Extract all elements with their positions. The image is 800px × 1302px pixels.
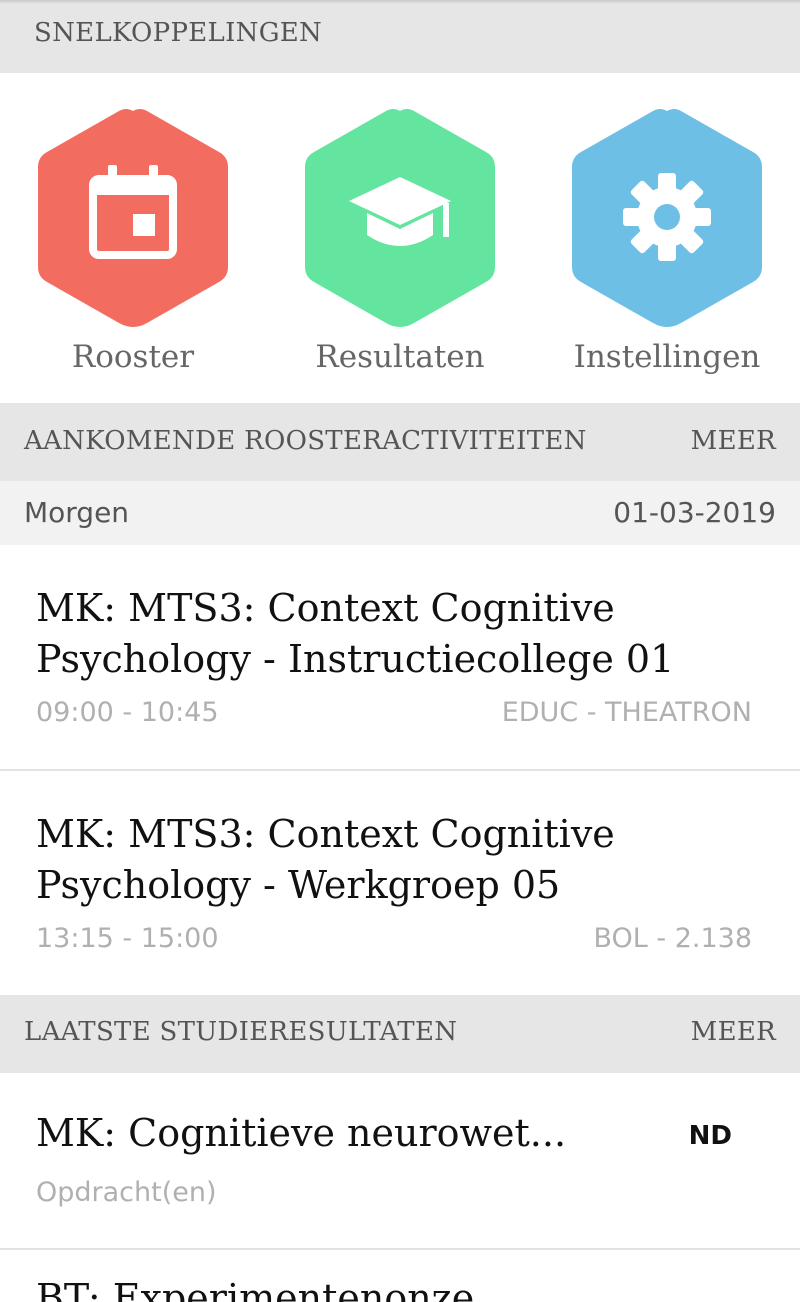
day-label: Morgen	[24, 496, 130, 529]
shortcut-instellingen[interactable]: Instellingen	[552, 107, 782, 397]
event-time: 09:00 - 10:45	[36, 697, 219, 728]
result-type: Opdracht(en)	[36, 1177, 217, 1208]
event-title: MK: MTS3: Context Cognitive Psychology -…	[36, 812, 615, 907]
results-header: LAATSTE STUDIERESULTATEN MEER	[0, 995, 800, 1073]
quick-links-title: SNELKOPPELINGEN	[34, 18, 323, 48]
event-time: 13:15 - 15:00	[36, 923, 219, 954]
hexagon-tile	[38, 109, 228, 327]
result-item[interactable]: MK: Cognitieve neurowet... ND Opdracht(e…	[0, 1073, 800, 1249]
shortcut-label: Instellingen	[573, 339, 761, 375]
schedule-title: AANKOMENDE ROOSTERACTIVITEITEN	[24, 426, 587, 456]
quick-links-panel: Rooster Resultaten Instellingen	[0, 73, 800, 403]
event-title: MK: MTS3: Context Cognitive Psychology -…	[36, 586, 675, 681]
shortcut-rooster[interactable]: Rooster	[18, 107, 248, 397]
gear-icon	[623, 173, 711, 261]
schedule-item[interactable]: MK: MTS3: Context Cognitive Psychology -…	[0, 771, 800, 996]
result-title: BT: Experimentenonze...	[36, 1276, 511, 1302]
event-location: BOL - 2.138	[593, 923, 752, 954]
result-item[interactable]: BT: Experimentenonze...	[0, 1250, 800, 1302]
status-shadow	[0, 0, 800, 4]
shortcut-resultaten[interactable]: Resultaten	[285, 107, 515, 397]
schedule-more-link[interactable]: MEER	[691, 426, 776, 456]
results-more-link[interactable]: MEER	[691, 1017, 776, 1047]
results-title: LAATSTE STUDIERESULTATEN	[24, 1017, 458, 1047]
schedule-item[interactable]: MK: MTS3: Context Cognitive Psychology -…	[0, 545, 800, 770]
day-bar: Morgen 01-03-2019	[0, 481, 800, 545]
result-grade: ND	[688, 1121, 732, 1151]
result-title: MK: Cognitieve neurowet...	[36, 1111, 567, 1155]
quick-links-header: SNELKOPPELINGEN	[0, 0, 800, 73]
event-location: EDUC - THEATRON	[501, 697, 752, 728]
day-date: 01-03-2019	[613, 496, 776, 529]
schedule-header: AANKOMENDE ROOSTERACTIVITEITEN MEER	[0, 403, 800, 481]
hexagon-tile	[572, 109, 762, 327]
shortcut-label: Resultaten	[315, 339, 485, 375]
hexagon-tile	[305, 109, 495, 327]
shortcut-label: Rooster	[71, 339, 195, 375]
